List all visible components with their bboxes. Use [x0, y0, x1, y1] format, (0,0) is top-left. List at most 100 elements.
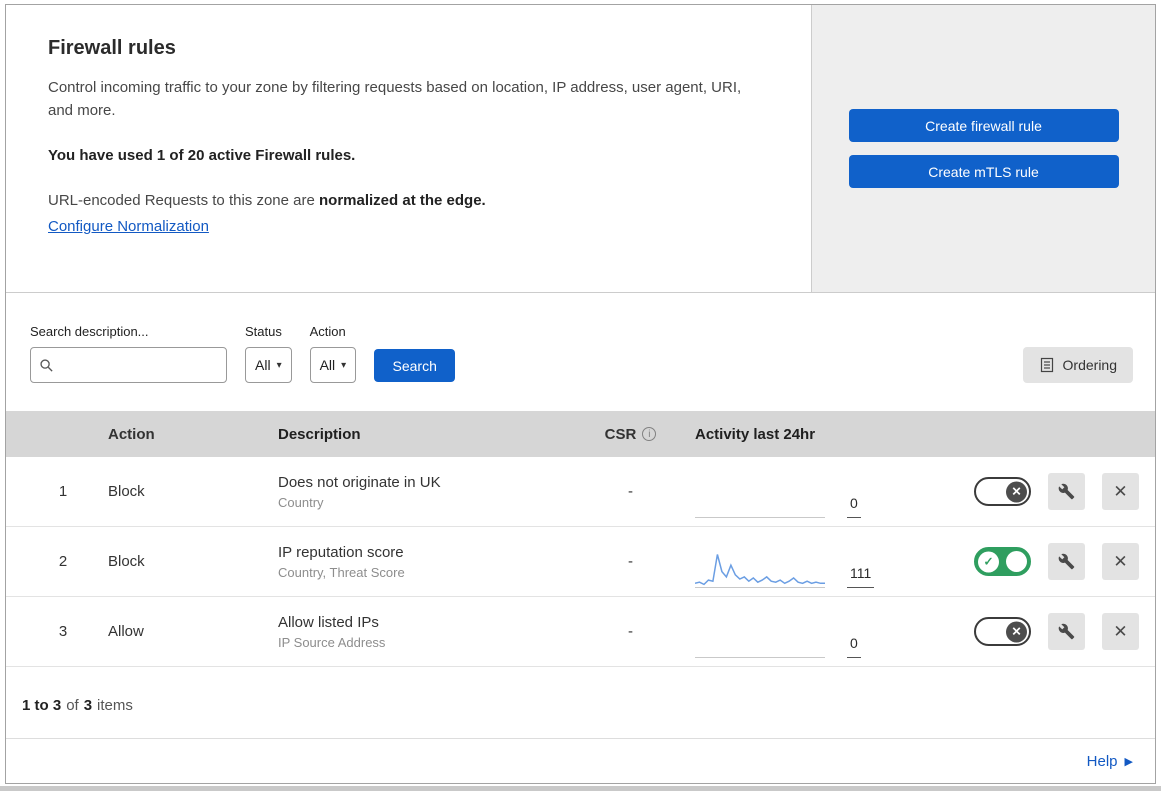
header-csr: CSR i: [578, 426, 683, 443]
x-icon: ✕: [1006, 621, 1027, 642]
configure-normalization-link[interactable]: Configure Normalization: [48, 218, 209, 235]
page-description: Control incoming traffic to your zone by…: [48, 79, 742, 120]
wrench-icon: [1058, 623, 1075, 640]
ordering-list-icon: [1040, 357, 1053, 373]
header-action: Action: [108, 425, 155, 443]
rule-description-main: IP reputation score: [278, 543, 404, 561]
table-row: 2 Block IP reputation score Country, Thr…: [6, 527, 1155, 597]
delete-rule-button[interactable]: ✕: [1102, 543, 1139, 580]
rule-csr-value: -: [628, 483, 633, 500]
activity-count-link[interactable]: 0: [847, 496, 861, 518]
rule-description-sub: Country: [278, 494, 324, 510]
rule-description: IP reputation score Country, Threat Scor…: [278, 544, 578, 580]
footer-total: 3: [83, 697, 93, 714]
close-icon: ✕: [1113, 481, 1128, 501]
action-label: Action: [309, 324, 346, 339]
rule-enabled-toggle[interactable]: ✓ ✕: [974, 547, 1031, 576]
rule-controls: ✓ ✕ ✕: [928, 613, 1143, 650]
edit-rule-button[interactable]: [1048, 473, 1085, 510]
x-icon: ✕: [1006, 481, 1027, 502]
normalization-bold: normalized at the edge.: [319, 191, 486, 209]
close-icon: ✕: [1113, 551, 1128, 571]
ordering-button-label: Ordering: [1062, 357, 1117, 373]
search-button[interactable]: Search: [374, 349, 456, 382]
rule-description: Does not originate in UK Country: [278, 474, 578, 510]
rule-priority: 1: [58, 483, 68, 500]
status-label: Status: [245, 324, 282, 339]
filter-bar: Search description... Status All ▾ Actio…: [6, 293, 1155, 411]
actions-panel: Create firewall rule Create mTLS rule: [812, 5, 1155, 292]
toggle-knob: [1006, 551, 1027, 572]
rule-enabled-toggle[interactable]: ✓ ✕: [974, 617, 1031, 646]
rule-description: Allow listed IPs IP Source Address: [278, 614, 578, 650]
toggle-knob: [978, 621, 999, 642]
rule-enabled-toggle[interactable]: ✓ ✕: [974, 477, 1031, 506]
rule-description-sub: Country, Threat Score: [278, 564, 405, 580]
rule-description-sub: IP Source Address: [278, 634, 386, 650]
search-input[interactable]: [60, 357, 218, 373]
check-icon: ✓: [978, 551, 999, 572]
header-csr-label: CSR: [604, 425, 637, 443]
rule-csr-value: -: [628, 623, 633, 640]
rule-description-main: Allow listed IPs: [278, 613, 379, 631]
rule-activity: 111: [683, 536, 928, 588]
search-field: Search description...: [30, 324, 227, 383]
activity-count-link[interactable]: 111: [847, 566, 875, 588]
rule-action: Block: [108, 553, 145, 570]
toggle-knob: [978, 481, 999, 502]
rule-activity: 0: [683, 606, 928, 658]
edit-rule-button[interactable]: [1048, 613, 1085, 650]
delete-rule-button[interactable]: ✕: [1102, 473, 1139, 510]
header-description: Description: [278, 425, 361, 443]
rules-table: Action Description CSR i Activity last 2…: [6, 411, 1155, 667]
footer-range: 1 to 3: [22, 697, 62, 714]
chevron-down-icon: ▾: [276, 359, 282, 371]
action-field: Action All ▾: [309, 324, 357, 383]
activity-count-link[interactable]: 0: [847, 636, 861, 658]
search-icon: [40, 358, 53, 372]
rule-activity: 0: [683, 466, 928, 518]
footer-items: items: [97, 697, 133, 714]
create-firewall-rule-button[interactable]: Create firewall rule: [848, 109, 1119, 142]
normalization-prefix: URL-encoded Requests to this zone are: [48, 191, 319, 209]
firewall-rules-page: Firewall rules Control incoming traffic …: [5, 4, 1156, 784]
help-bar: Help ▶: [6, 738, 1155, 784]
table-row: 3 Allow Allow listed IPs IP Source Addre…: [6, 597, 1155, 667]
rule-action: Allow: [108, 623, 144, 640]
rule-priority: 3: [58, 623, 68, 640]
edit-rule-button[interactable]: [1048, 543, 1085, 580]
normalization-text: URL-encoded Requests to this zone are no…: [48, 192, 767, 209]
rule-action: Block: [108, 483, 145, 500]
wrench-icon: [1058, 483, 1075, 500]
wrench-icon: [1058, 553, 1075, 570]
help-link[interactable]: Help ▶: [1087, 753, 1133, 770]
page-title: Firewall rules: [48, 37, 176, 59]
close-icon: ✕: [1113, 621, 1128, 641]
action-select[interactable]: All ▾: [309, 347, 357, 383]
create-mtls-rule-button[interactable]: Create mTLS rule: [848, 155, 1119, 188]
rule-controls: ✓ ✕ ✕: [928, 543, 1143, 580]
rule-csr-value: -: [628, 553, 633, 570]
activity-sparkline: [695, 478, 825, 518]
ordering-button[interactable]: Ordering: [1022, 347, 1133, 383]
usage-text: You have used 1 of 20 active Firewall ru…: [48, 146, 356, 164]
chevron-down-icon: ▾: [341, 359, 347, 371]
rule-description-main: Does not originate in UK: [278, 473, 441, 491]
header-card: Firewall rules Control incoming traffic …: [6, 5, 812, 292]
header-section: Firewall rules Control incoming traffic …: [6, 5, 1155, 293]
delete-rule-button[interactable]: ✕: [1102, 613, 1139, 650]
chevron-right-icon: ▶: [1124, 756, 1133, 768]
activity-sparkline: [695, 548, 825, 588]
help-link-label: Help: [1086, 753, 1118, 770]
table-row: 1 Block Does not originate in UK Country…: [6, 457, 1155, 527]
header-activity: Activity last 24hr: [695, 425, 816, 443]
table-footer: 1 to 3 of 3 items: [6, 667, 1155, 714]
status-select[interactable]: All ▾: [245, 347, 292, 383]
search-input-box[interactable]: [30, 347, 227, 383]
rule-priority: 2: [58, 553, 68, 570]
search-label: Search description...: [30, 324, 149, 339]
bottom-scrollbar-strip[interactable]: [0, 786, 1161, 791]
info-icon[interactable]: i: [642, 427, 657, 441]
activity-sparkline: [695, 618, 825, 658]
status-select-value: All: [255, 357, 271, 373]
